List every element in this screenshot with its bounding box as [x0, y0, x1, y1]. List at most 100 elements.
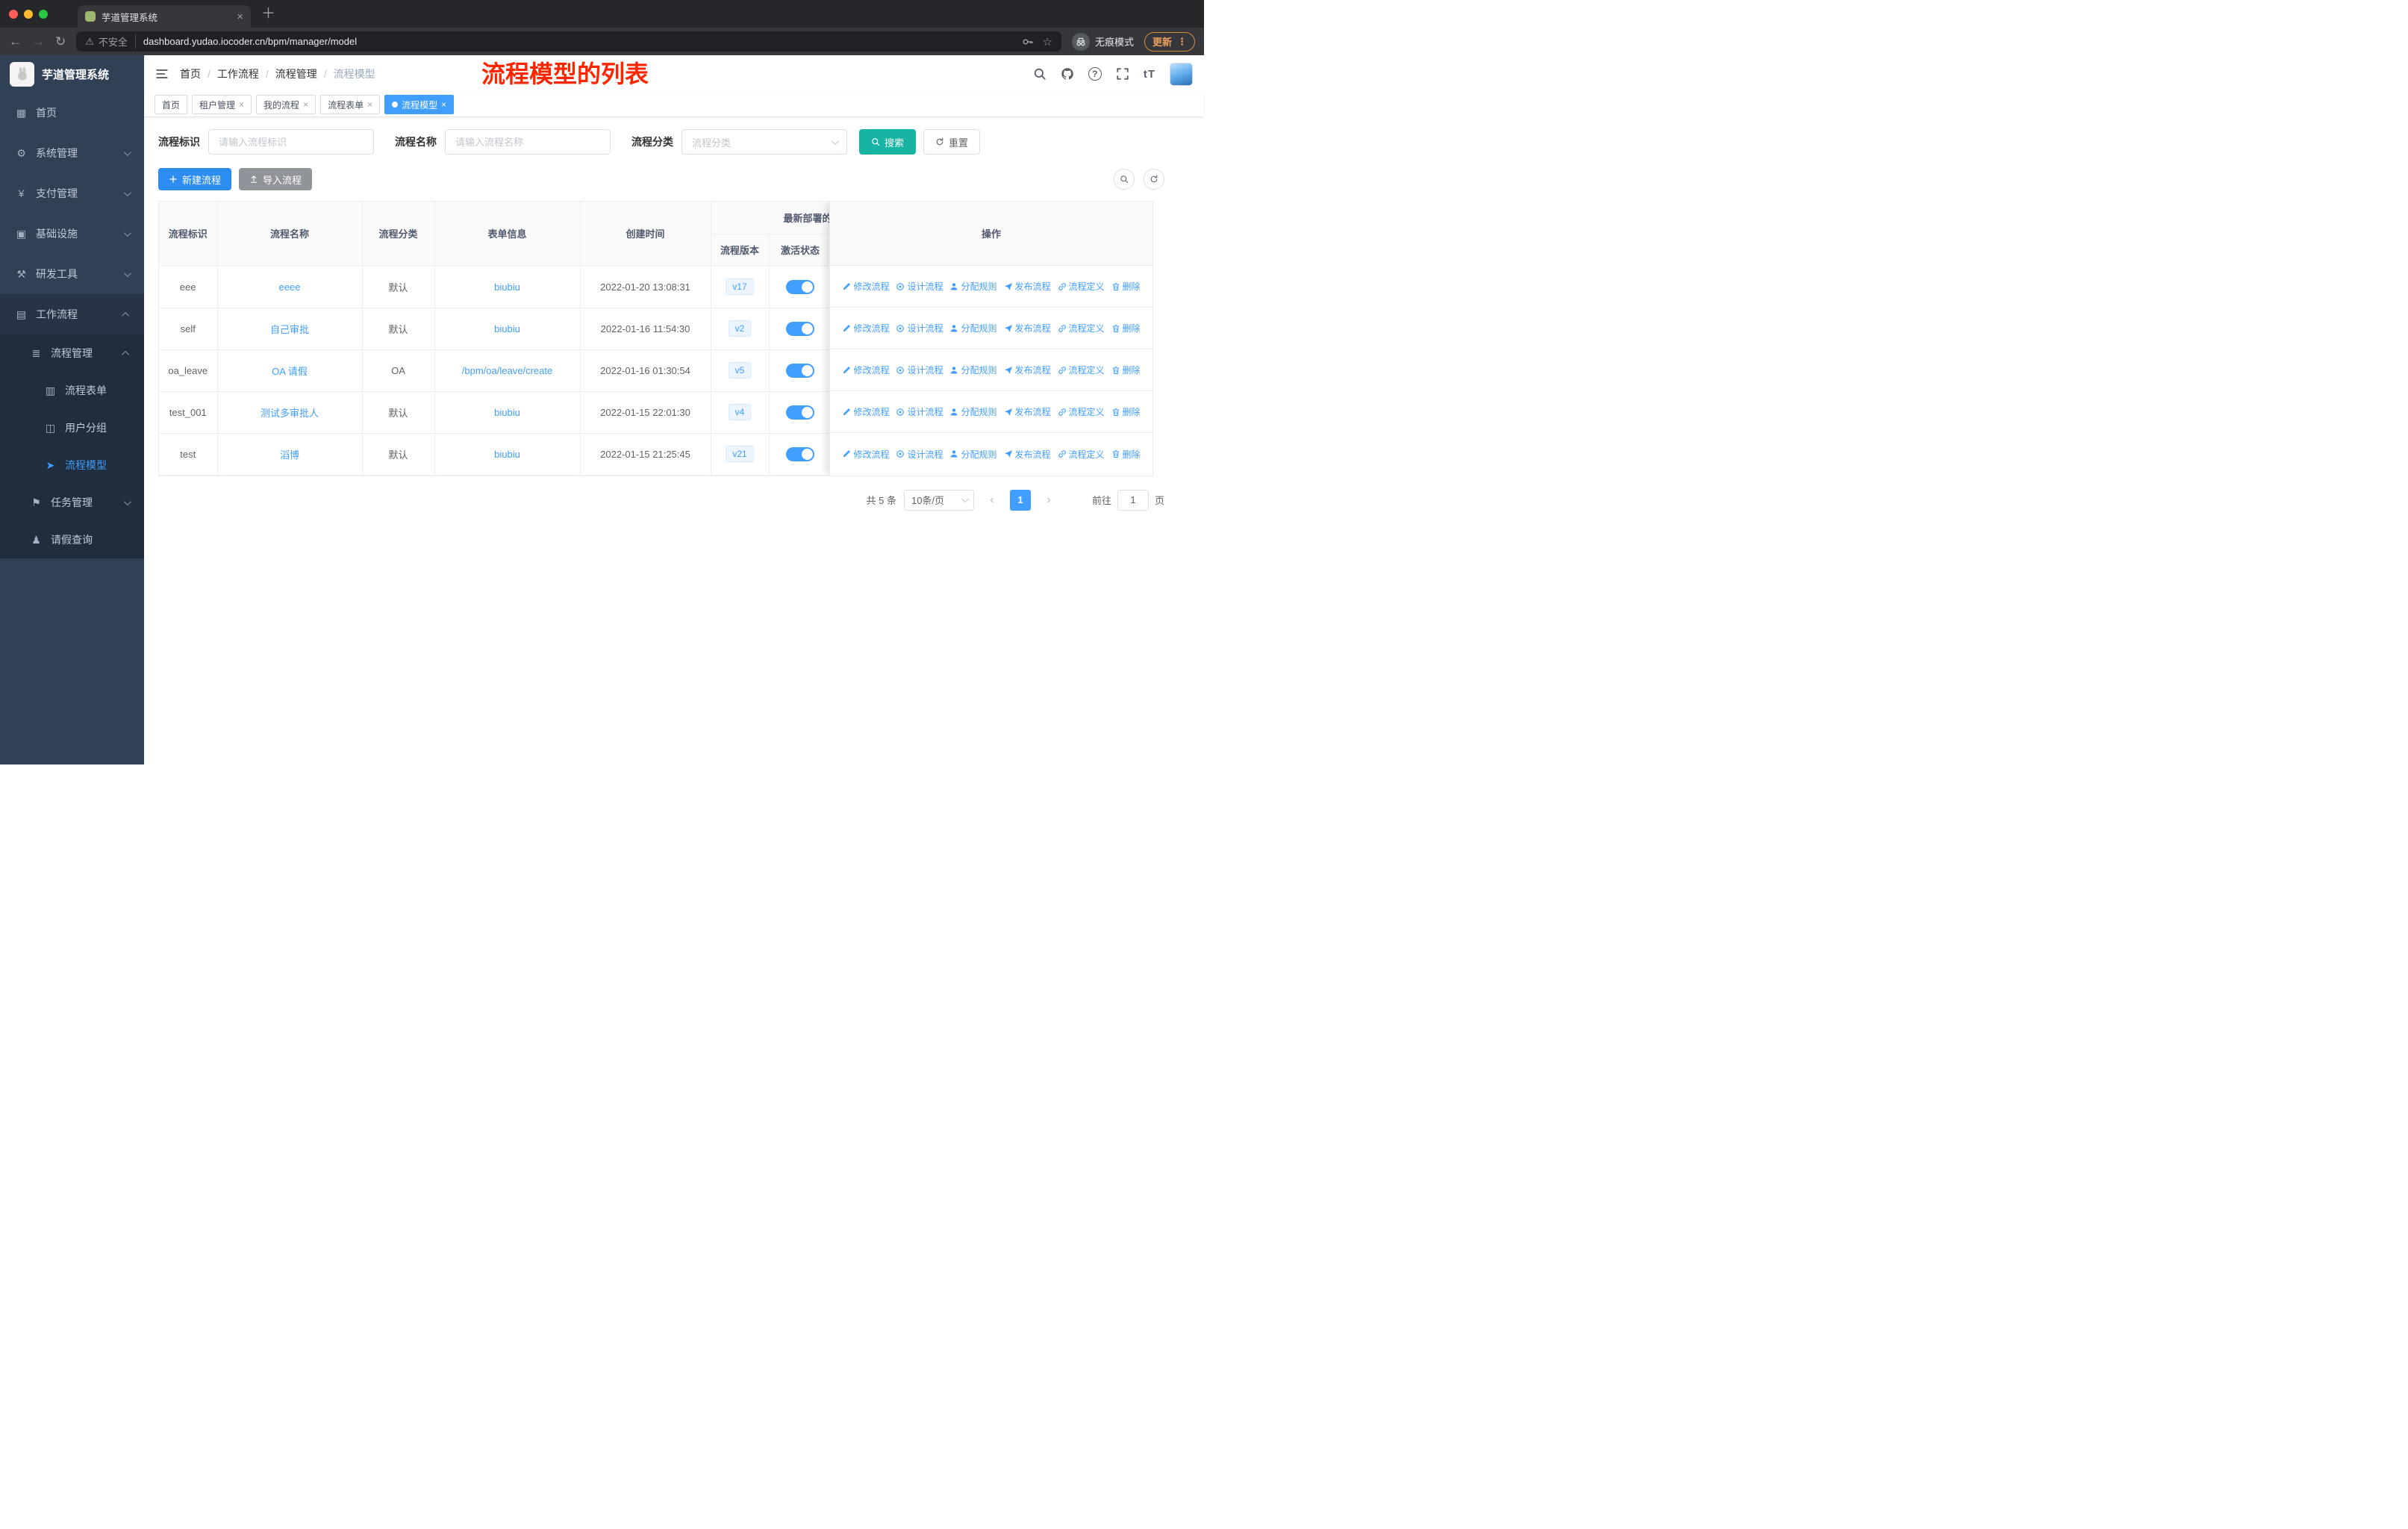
form-info-link[interactable]: /bpm/oa/leave/create — [462, 365, 552, 376]
version-badge[interactable]: v2 — [728, 320, 752, 337]
modify-process-link[interactable]: 修改流程 — [842, 405, 889, 418]
collapse-sidebar-icon[interactable] — [155, 67, 169, 81]
process-name-link[interactable]: 测试多审批人 — [261, 408, 319, 419]
reset-button[interactable]: 重置 — [923, 129, 981, 155]
active-toggle[interactable] — [786, 405, 814, 420]
process-name-link[interactable]: 滔博 — [280, 449, 299, 461]
version-badge[interactable]: v5 — [728, 362, 752, 379]
sidebar-item-system[interactable]: ⚙ 系统管理 — [0, 133, 144, 173]
delete-link[interactable]: 删除 — [1111, 322, 1141, 334]
tag-process-model[interactable]: 流程模型 × — [384, 95, 455, 114]
design-process-link[interactable]: 设计流程 — [896, 448, 943, 461]
prev-page-button[interactable]: ‹ — [981, 489, 1002, 511]
sidebar-item-user-group[interactable]: ◫ 用户分组 — [0, 409, 144, 446]
browser-menu-icon[interactable]: ⋮ — [1177, 36, 1187, 48]
tag-tenant[interactable]: 租户管理 × — [192, 95, 252, 114]
help-icon[interactable]: ? — [1088, 67, 1102, 81]
minimize-window-button[interactable] — [24, 9, 33, 19]
github-icon[interactable] — [1061, 67, 1074, 81]
tag-my-process[interactable]: 我的流程 × — [256, 95, 316, 114]
assign-rule-link[interactable]: 分配规则 — [949, 405, 997, 418]
sidebar-item-leave-query[interactable]: ♟ 请假查询 — [0, 521, 144, 558]
modify-process-link[interactable]: 修改流程 — [842, 280, 889, 293]
goto-page-input[interactable] — [1117, 489, 1149, 511]
page-number-button[interactable]: 1 — [1009, 489, 1031, 511]
assign-rule-link[interactable]: 分配规则 — [949, 364, 997, 376]
breadcrumb-workflow[interactable]: 工作流程 — [217, 66, 259, 81]
url-text[interactable]: dashboard.yudao.iocoder.cn/bpm/manager/m… — [143, 36, 1014, 47]
forward-icon[interactable]: → — [32, 35, 45, 48]
design-process-link[interactable]: 设计流程 — [896, 364, 943, 376]
toggle-search-button[interactable] — [1114, 169, 1135, 190]
next-page-button[interactable]: › — [1038, 489, 1059, 511]
assign-rule-link[interactable]: 分配规则 — [949, 280, 997, 293]
process-definition-link[interactable]: 流程定义 — [1058, 405, 1105, 418]
create-process-button[interactable]: 新建流程 — [158, 168, 232, 190]
process-definition-link[interactable]: 流程定义 — [1058, 322, 1105, 334]
zoom-window-button[interactable] — [39, 9, 48, 19]
sidebar-item-process-management[interactable]: ≣ 流程管理 — [0, 334, 144, 372]
delete-link[interactable]: 删除 — [1111, 405, 1141, 418]
active-toggle[interactable] — [786, 321, 814, 336]
reload-icon[interactable]: ↻ — [55, 35, 66, 48]
version-badge[interactable]: v17 — [726, 278, 754, 295]
assign-rule-link[interactable]: 分配规则 — [949, 448, 997, 461]
modify-process-link[interactable]: 修改流程 — [842, 322, 889, 334]
app-logo[interactable]: 芋道管理系统 — [0, 55, 144, 93]
publish-process-link[interactable]: 发布流程 — [1004, 322, 1051, 334]
active-toggle[interactable] — [786, 279, 814, 294]
process-id-input[interactable] — [208, 129, 374, 155]
process-definition-link[interactable]: 流程定义 — [1058, 448, 1105, 461]
sidebar-item-process-model[interactable]: ➤ 流程模型 — [0, 446, 144, 484]
refresh-table-button[interactable] — [1144, 169, 1164, 190]
delete-link[interactable]: 删除 — [1111, 364, 1141, 376]
form-info-link[interactable]: biubiu — [494, 449, 520, 460]
publish-process-link[interactable]: 发布流程 — [1004, 405, 1051, 418]
search-icon[interactable] — [1033, 67, 1047, 81]
tab-close-icon[interactable]: × — [237, 11, 243, 22]
process-definition-link[interactable]: 流程定义 — [1058, 280, 1105, 293]
new-tab-button[interactable]: ＋ — [261, 7, 275, 21]
design-process-link[interactable]: 设计流程 — [896, 405, 943, 418]
breadcrumb-process-management[interactable]: 流程管理 — [275, 66, 317, 81]
sidebar-item-infra[interactable]: ▣ 基础设施 — [0, 214, 144, 254]
sidebar-item-home[interactable]: ▦ 首页 — [0, 93, 144, 133]
process-name-link[interactable]: OA 请假 — [272, 366, 308, 377]
close-icon[interactable]: × — [239, 99, 244, 110]
active-toggle[interactable] — [786, 446, 814, 461]
process-name-input[interactable] — [445, 129, 611, 155]
active-toggle[interactable] — [786, 363, 814, 378]
bookmark-star-icon[interactable]: ☆ — [1043, 35, 1052, 49]
sidebar-item-process-form[interactable]: ▥ 流程表单 — [0, 372, 144, 409]
process-definition-link[interactable]: 流程定义 — [1058, 364, 1105, 376]
close-icon[interactable]: × — [367, 99, 372, 110]
tag-home[interactable]: 首页 — [155, 95, 188, 114]
form-info-link[interactable]: biubiu — [494, 407, 520, 418]
sidebar-item-task-management[interactable]: ⚑ 任务管理 — [0, 484, 144, 521]
browser-update-button[interactable]: 更新 ⋮ — [1144, 31, 1195, 52]
version-badge[interactable]: v21 — [726, 446, 754, 462]
modify-process-link[interactable]: 修改流程 — [842, 364, 889, 376]
security-chip[interactable]: ⚠ 不安全 — [85, 34, 136, 49]
search-button[interactable]: 搜索 — [859, 129, 917, 155]
page-size-select[interactable]: 10条/页 — [903, 489, 974, 511]
category-select[interactable]: 流程分类 — [681, 129, 847, 155]
process-name-link[interactable]: eeee — [279, 281, 301, 293]
process-name-link[interactable]: 自己审批 — [270, 324, 309, 335]
modify-process-link[interactable]: 修改流程 — [842, 448, 889, 461]
key-icon[interactable] — [1022, 36, 1034, 48]
address-bar[interactable]: ⚠ 不安全 dashboard.yudao.iocoder.cn/bpm/man… — [76, 31, 1061, 52]
publish-process-link[interactable]: 发布流程 — [1004, 364, 1051, 376]
back-icon[interactable]: ← — [9, 35, 22, 48]
close-window-button[interactable] — [9, 9, 18, 19]
import-process-button[interactable]: 导入流程 — [239, 168, 313, 190]
delete-link[interactable]: 删除 — [1111, 280, 1141, 293]
form-info-link[interactable]: biubiu — [494, 323, 520, 334]
sidebar-item-workflow[interactable]: ▤ 工作流程 — [0, 294, 144, 334]
publish-process-link[interactable]: 发布流程 — [1004, 280, 1051, 293]
delete-link[interactable]: 删除 — [1111, 448, 1141, 461]
close-icon[interactable]: × — [441, 99, 446, 110]
fullscreen-icon[interactable] — [1116, 67, 1129, 81]
sidebar-item-payment[interactable]: ¥ 支付管理 — [0, 173, 144, 214]
sidebar-item-devtools[interactable]: ⚒ 研发工具 — [0, 254, 144, 294]
